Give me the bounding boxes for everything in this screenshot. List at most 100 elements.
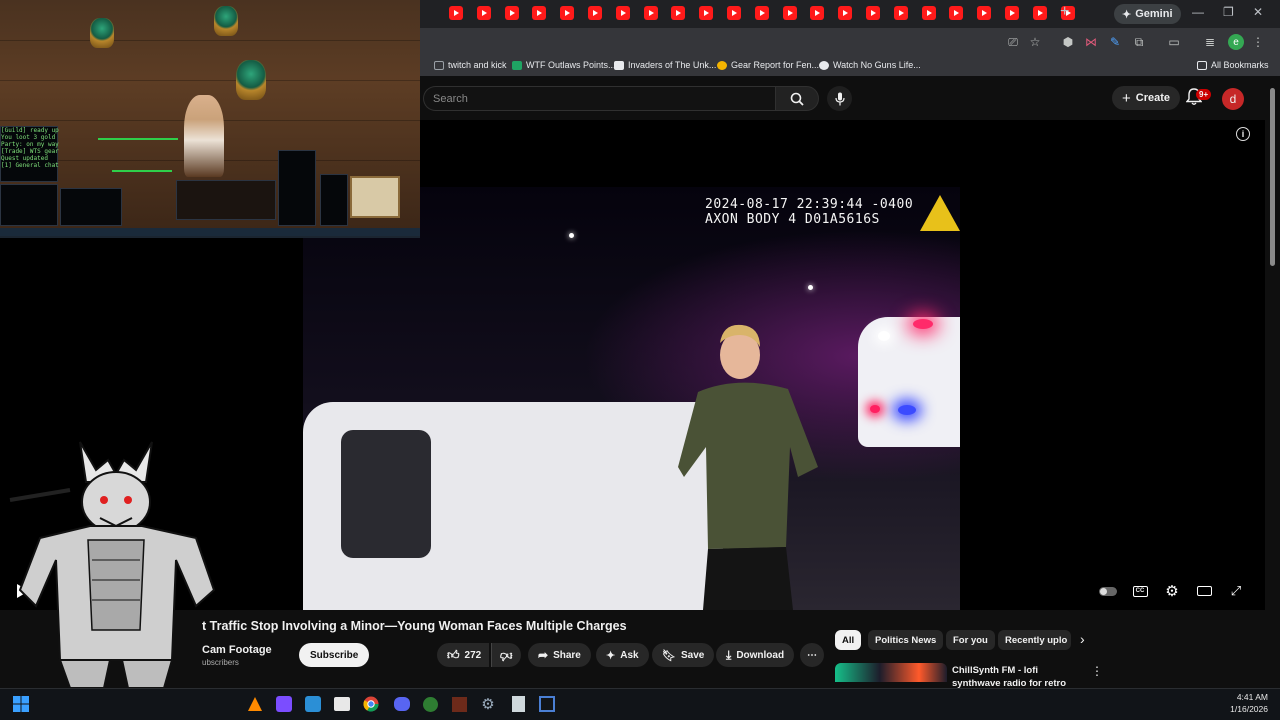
browser-tab[interactable] xyxy=(921,6,936,20)
search-icon xyxy=(790,92,804,106)
all-bookmarks-button[interactable]: All Bookmarks xyxy=(1197,60,1269,70)
game-panel xyxy=(278,150,316,226)
chrome-icon xyxy=(363,696,379,712)
bodycam-datetime: 2024-08-17 22:39:44 -0400 xyxy=(705,197,914,212)
browser-tab[interactable] xyxy=(949,6,964,20)
game-panel xyxy=(0,184,58,226)
browser-tab[interactable] xyxy=(754,6,769,20)
browser-tab[interactable] xyxy=(699,6,714,20)
share-button[interactable]: ➦ Share xyxy=(528,643,591,667)
install-app-icon[interactable]: ⎚ xyxy=(1005,34,1021,50)
bookmark-star-icon[interactable]: ☆ xyxy=(1027,34,1043,50)
taskbar-app[interactable] xyxy=(419,693,441,715)
bookmark-folder[interactable]: twitch and kick xyxy=(434,60,507,70)
scrollbar-thumb[interactable] xyxy=(1270,88,1275,266)
bookmark-item[interactable]: Gear Report for Fen... xyxy=(717,60,819,70)
taskbar-app[interactable] xyxy=(244,693,266,715)
subscribe-button[interactable]: Subscribe xyxy=(299,643,370,667)
browser-tab[interactable] xyxy=(615,6,630,20)
recommendation-menu-icon[interactable]: ⋮ xyxy=(1091,664,1103,678)
tab-search-icon[interactable]: ▭ xyxy=(1166,34,1182,50)
bookmark-label: Invaders of The Unk... xyxy=(628,60,717,70)
share-icon: ➦ xyxy=(538,648,549,662)
chip-for-you[interactable]: For you xyxy=(946,630,995,650)
taskbar-app[interactable] xyxy=(360,693,382,715)
bookmark-item[interactable]: Invaders of The Unk... xyxy=(614,60,716,70)
create-label: Create xyxy=(1135,92,1171,104)
more-actions-button[interactable]: ⋯ xyxy=(800,643,824,667)
reading-list-icon[interactable]: ≣ xyxy=(1202,34,1218,50)
new-tab-button[interactable]: + xyxy=(1060,3,1069,21)
extension-icon[interactable]: ✎ xyxy=(1107,34,1123,50)
ask-button[interactable]: ✦ Ask xyxy=(596,643,649,667)
extension-icon[interactable]: ⬢ xyxy=(1060,34,1076,50)
game-vase xyxy=(90,18,114,48)
restore-button[interactable]: ❐ xyxy=(1223,5,1234,19)
taskbar-app[interactable] xyxy=(273,693,295,715)
browser-tab[interactable] xyxy=(449,6,463,20)
taskbar-app[interactable] xyxy=(391,693,413,715)
captions-icon: CC xyxy=(1132,585,1148,597)
browser-tab[interactable] xyxy=(588,6,602,20)
bookmark-item[interactable]: WTF Outlaws Points... xyxy=(512,60,616,70)
page-scrollbar[interactable] xyxy=(1266,76,1280,682)
voice-search-button[interactable] xyxy=(827,86,852,111)
game-vase xyxy=(214,6,238,36)
browser-tab[interactable] xyxy=(504,6,519,20)
browser-tab[interactable] xyxy=(866,6,880,20)
browser-tab[interactable] xyxy=(560,6,575,20)
profile-avatar[interactable]: e xyxy=(1228,34,1244,50)
avatar[interactable]: d xyxy=(1222,88,1244,110)
site-icon xyxy=(819,60,829,70)
save-button[interactable]: 🔖︎ Save xyxy=(652,643,715,667)
download-button[interactable]: ⤓ Download xyxy=(716,643,795,667)
browser-tab[interactable] xyxy=(1005,6,1019,20)
browser-tab[interactable] xyxy=(532,6,547,20)
captions-button[interactable]: CC xyxy=(1131,582,1149,600)
theater-mode-button[interactable] xyxy=(1195,582,1213,600)
puzzle-icon[interactable]: ⧉ xyxy=(1131,34,1147,50)
browser-tab[interactable] xyxy=(838,6,853,20)
taskbar-app[interactable] xyxy=(536,693,558,715)
create-button[interactable]: + Create xyxy=(1112,86,1181,110)
gemini-button[interactable]: ✦ Gemini xyxy=(1114,4,1181,24)
browser-tab[interactable] xyxy=(476,6,491,20)
like-button[interactable]: 👍︎ 272 xyxy=(437,643,490,667)
close-window-button[interactable]: ✕ xyxy=(1253,5,1263,19)
info-icon[interactable]: i xyxy=(1236,127,1250,141)
system-clock[interactable]: 4:41 AM 1/16/2026 xyxy=(1230,691,1268,715)
browser-tab[interactable] xyxy=(643,6,658,20)
red-siren xyxy=(913,319,933,329)
start-button[interactable] xyxy=(10,693,32,715)
browser-tab[interactable] xyxy=(977,6,992,20)
extension-icon[interactable]: ⋈ xyxy=(1083,34,1099,50)
browser-tab[interactable] xyxy=(1032,6,1047,20)
taskbar-app[interactable] xyxy=(507,693,529,715)
search-button[interactable] xyxy=(775,86,819,111)
video-frame[interactable]: 2024-08-17 22:39:44 -0400 AXON BODY 4 D0… xyxy=(303,187,960,610)
taskbar-app[interactable] xyxy=(302,693,324,715)
minimize-button[interactable]: — xyxy=(1192,5,1204,19)
chevron-right-icon[interactable]: › xyxy=(1080,631,1085,647)
chip-all[interactable]: All xyxy=(835,630,862,650)
taskbar-app[interactable]: ⚙ xyxy=(477,693,499,715)
chip-recently-uploaded[interactable]: Recently uplo xyxy=(998,630,1071,650)
dislike-button[interactable]: 👍︎ xyxy=(491,643,521,667)
taskbar-app[interactable] xyxy=(448,693,470,715)
more-menu-icon[interactable]: ⋮ xyxy=(1250,34,1266,50)
bookmark-item[interactable]: Watch No Guns Life... xyxy=(819,60,921,70)
video-title: t Traffic Stop Involving a Minor—Young W… xyxy=(202,619,627,633)
autoplay-toggle[interactable] xyxy=(1099,582,1117,600)
recommendation-thumbnail[interactable] xyxy=(835,663,947,682)
search-input[interactable]: Search xyxy=(423,86,775,111)
taskbar-app[interactable] xyxy=(331,693,353,715)
browser-tab[interactable] xyxy=(893,6,908,20)
browser-tab[interactable] xyxy=(782,6,797,20)
fullscreen-button[interactable]: ⤢ xyxy=(1227,582,1245,600)
browser-tab[interactable] xyxy=(727,6,741,20)
settings-button[interactable]: ⚙ xyxy=(1163,582,1181,600)
browser-tab[interactable] xyxy=(810,6,825,20)
bookmark-label: twitch and kick xyxy=(448,60,507,70)
chip-politics-news[interactable]: Politics News xyxy=(868,630,944,650)
browser-tab[interactable] xyxy=(671,6,686,20)
